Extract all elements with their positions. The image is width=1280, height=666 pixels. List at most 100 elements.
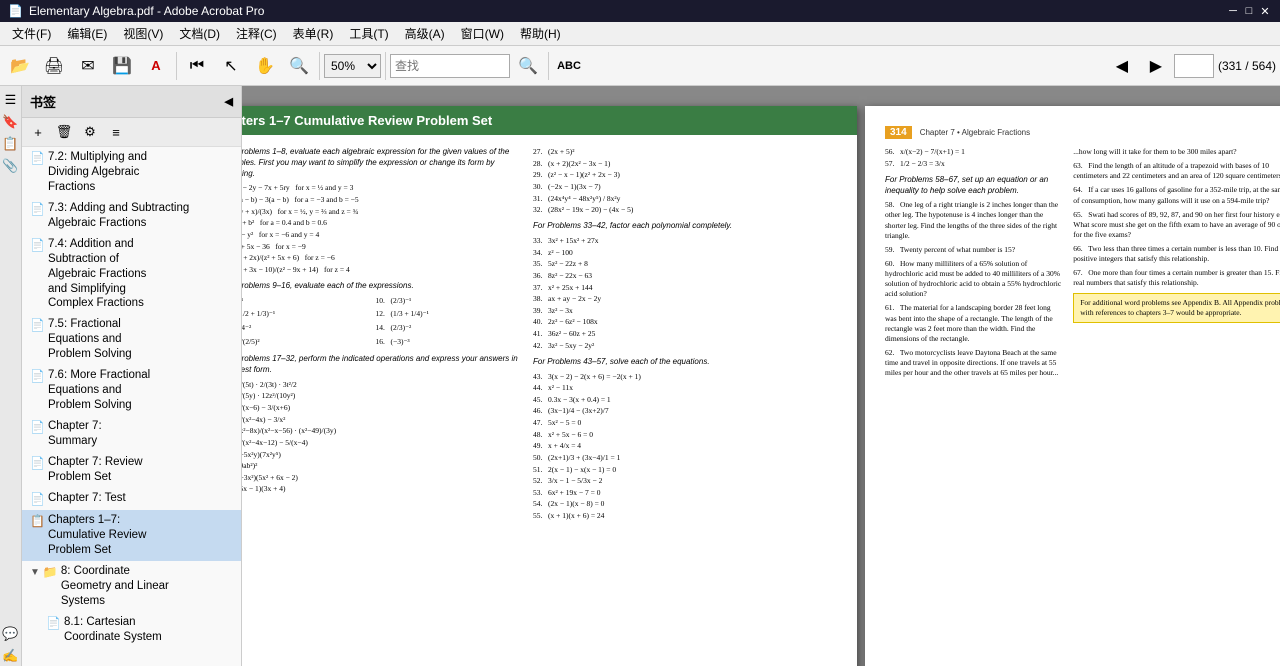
prob-5: 5. x² − y² for x = −6 and y = 4 bbox=[242, 230, 521, 240]
prob-62-cont: ...how long will it take for them to be … bbox=[1073, 147, 1280, 157]
save-button[interactable]: 💾 bbox=[106, 50, 138, 82]
prob-25: 25. (−3x²)(5x² + 6x − 2) bbox=[242, 473, 521, 483]
titlebar-controls: ─ □ ✕ bbox=[1226, 4, 1272, 18]
menu-edit[interactable]: 编辑(E) bbox=[59, 22, 115, 45]
prob-7: 7. (z² + 2x)/(z² + 5x + 6) for z = −6 bbox=[242, 253, 521, 263]
print-button[interactable]: 🖨 bbox=[38, 50, 70, 82]
prob-47: 47. 5x² − 5 = 0 bbox=[533, 418, 832, 428]
nav-icon[interactable]: ☰ bbox=[1, 90, 21, 110]
prob-9: 9. 3⁻¹ bbox=[242, 296, 368, 306]
menu-window[interactable]: 窗口(W) bbox=[453, 22, 512, 45]
layers-icon[interactable]: 📋 bbox=[1, 134, 21, 154]
zoom-select[interactable]: 50% 75% 100% 150% bbox=[324, 54, 381, 78]
bookmark-ch7-test[interactable]: 📄 Chapter 7: Test bbox=[22, 488, 241, 511]
menu-comment[interactable]: 注释(C) bbox=[228, 22, 285, 45]
spell-check[interactable]: ABC bbox=[553, 50, 585, 82]
first-page-button[interactable]: ⏮ bbox=[181, 50, 213, 82]
search-button[interactable]: 🔍 bbox=[512, 50, 544, 82]
email-button[interactable]: ✉ bbox=[72, 50, 104, 82]
prob-28: 28. (x + 2)(2x² − 3x − 1) bbox=[533, 159, 832, 169]
prob-4: 4. ab + b² for a = 0.4 and b = 0.6 bbox=[242, 218, 521, 228]
bookmark-ch1-7-cumulative[interactable]: 📋 Chapters 1–7:Cumulative ReviewProblem … bbox=[22, 510, 241, 561]
prob-1: 1. 3x − 2y − 7x + 5ry for x = ½ and y = … bbox=[242, 183, 521, 193]
bookmark-ch8[interactable]: ▼ 📁 8: CoordinateGeometry and LinearSyst… bbox=[22, 561, 241, 612]
bookmark-7-4[interactable]: 📄 7.4: Addition andSubtraction ofAlgebra… bbox=[22, 234, 241, 315]
bookmark-icon[interactable]: 🔖 bbox=[1, 112, 21, 132]
search-input[interactable] bbox=[390, 54, 510, 78]
menu-document[interactable]: 文档(D) bbox=[171, 22, 228, 45]
acrobat-button[interactable]: A bbox=[140, 50, 172, 82]
bookmark-ch7-summary[interactable]: 📄 Chapter 7:Summary bbox=[22, 416, 241, 452]
panel-collapse-button[interactable]: ◀ bbox=[225, 95, 233, 108]
prob-43: 43. 3(x − 2) − 2(x + 6) = −2(x + 1) bbox=[533, 372, 832, 382]
bookmark-ch7-review[interactable]: 📄 Chapter 7: ReviewProblem Set bbox=[22, 452, 241, 488]
open-button[interactable]: 📂 bbox=[4, 50, 36, 82]
section6-title: For Problems 58–67, set up an equation o… bbox=[885, 175, 1063, 197]
panel-title: 书签 bbox=[30, 92, 56, 111]
new-bookmark-button[interactable]: + bbox=[26, 120, 50, 144]
menu-file[interactable]: 文件(F) bbox=[4, 22, 59, 45]
prob-29: 29. (z² − x − 1)(z² + 2x − 3) bbox=[533, 170, 832, 180]
prob-59: 59. Twenty percent of what number is 15? bbox=[885, 245, 1063, 255]
page-two-col: For Problems 1–8, evaluate each algebrai… bbox=[242, 147, 832, 523]
comment-icon[interactable]: 💬 bbox=[1, 624, 21, 644]
intro-text: For Problems 1–8, evaluate each algebrai… bbox=[242, 147, 521, 179]
doc-icon-7-6: 📄 bbox=[30, 369, 45, 385]
bookmark-8-1[interactable]: 📄 8.1: CartesianCoordinate System bbox=[38, 612, 241, 648]
prob-19: 19. 4/(x−6) − 3/(x+6) bbox=[242, 403, 521, 413]
right-col: 27. (2x + 5)² 28. (x + 2)(2x² − 3x − 1) … bbox=[533, 147, 832, 523]
bookmark-7-6[interactable]: 📄 7.6: More FractionalEquations andProbl… bbox=[22, 365, 241, 416]
prob-46: 46. (3x−1)/4 − (3x+2)/7 bbox=[533, 406, 832, 416]
section5-title: For Problems 43–57, solve each of the eq… bbox=[533, 357, 832, 368]
right-breadcrumb: Chapter 7 • Algebraic Fractions bbox=[920, 128, 1030, 137]
prob-62: 62. Two motorcyclists leave Daytona Beac… bbox=[885, 348, 1063, 378]
prev-page-button[interactable]: ◀ bbox=[1106, 50, 1138, 82]
select-tool[interactable]: ↖ bbox=[215, 50, 247, 82]
page-number-input[interactable]: 313 bbox=[1174, 54, 1214, 78]
expand-button[interactable]: ≡ bbox=[104, 120, 128, 144]
menu-tools[interactable]: 工具(T) bbox=[341, 22, 396, 45]
menu-advanced[interactable]: 高级(A) bbox=[397, 22, 453, 45]
bookmark-7-2[interactable]: 📄 7.2: Multiplying andDividing Algebraic… bbox=[22, 147, 241, 198]
next-page-button[interactable]: ▶ bbox=[1140, 50, 1172, 82]
expand-ch8[interactable]: ▼ bbox=[30, 566, 40, 579]
prob-56: 56. x/(x−2) − 7/(x+1) = 1 bbox=[885, 147, 1063, 157]
section4-title: For Problems 33–42, factor each polynomi… bbox=[533, 221, 832, 232]
menu-view[interactable]: 视图(V) bbox=[115, 22, 171, 45]
app-icon: 📄 bbox=[8, 4, 23, 18]
content-area[interactable]: Chapters 1–7 Cumulative Review Problem S… bbox=[242, 86, 1280, 666]
minimize-button[interactable]: ─ bbox=[1226, 4, 1240, 18]
properties-button[interactable]: ⚙ bbox=[78, 120, 102, 144]
doc-icon-ch7-summary: 📄 bbox=[30, 420, 45, 436]
close-button[interactable]: ✕ bbox=[1258, 4, 1272, 18]
delete-bookmark-button[interactable]: 🗑 bbox=[52, 120, 76, 144]
prob-66: 66. Two less than three times a certain … bbox=[1073, 244, 1280, 264]
sign-icon[interactable]: ✍ bbox=[1, 646, 21, 666]
prob-48: 48. x² + 5x − 6 = 0 bbox=[533, 430, 832, 440]
prob-18: 18. 4/(5y) · 12z²/(10y²) bbox=[242, 391, 521, 401]
app-title: Elementary Algebra.pdf - Adobe Acrobat P… bbox=[29, 4, 264, 18]
appendix-note: For additional word problems see Appendi… bbox=[1073, 293, 1280, 323]
page-total: (331 / 564) bbox=[1218, 59, 1276, 73]
bookmark-7-5[interactable]: 📄 7.5: FractionalEquations andProblem So… bbox=[22, 314, 241, 365]
prob-31: 31. (24x⁴y⁴ − 48x²y⁵) / 8x²y bbox=[533, 194, 832, 204]
hand-tool[interactable]: ✋ bbox=[249, 50, 281, 82]
sep3 bbox=[385, 52, 386, 80]
prob-65: 65. Swati had scores of 89, 92, 87, and … bbox=[1073, 210, 1280, 240]
maximize-button[interactable]: □ bbox=[1242, 4, 1256, 18]
menu-help[interactable]: 帮助(H) bbox=[512, 22, 569, 45]
section3-title: For Problems 17–32, perform the indicate… bbox=[242, 354, 521, 376]
menubar: 文件(F) 编辑(E) 视图(V) 文档(D) 注释(C) 表单(R) 工具(T… bbox=[0, 22, 1280, 46]
zoom-in-button[interactable]: 🔍 bbox=[283, 50, 315, 82]
attach-icon[interactable]: 📎 bbox=[1, 156, 21, 176]
left-icon-panel: ☰ 🔖 📋 📎 💬 ✍ bbox=[0, 86, 22, 666]
search-box bbox=[390, 54, 510, 78]
prob-42: 42. 3z² − 5xy − 2y² bbox=[533, 341, 832, 351]
bookmark-7-3[interactable]: 📄 7.3: Adding and Subtracting Algebraic … bbox=[22, 198, 241, 234]
prob-54: 54. (2x − 1)(x − 8) = 0 bbox=[533, 499, 832, 509]
menu-form[interactable]: 表单(R) bbox=[285, 22, 342, 45]
titlebar-left: 📄 Elementary Algebra.pdf - Adobe Acrobat… bbox=[8, 4, 264, 18]
prob-58: 58. One leg of a right triangle is 2 inc… bbox=[885, 200, 1063, 241]
pages-container: Chapters 1–7 Cumulative Review Problem S… bbox=[242, 106, 1280, 666]
prob-16: 16. (−3)⁻³ bbox=[376, 337, 522, 347]
